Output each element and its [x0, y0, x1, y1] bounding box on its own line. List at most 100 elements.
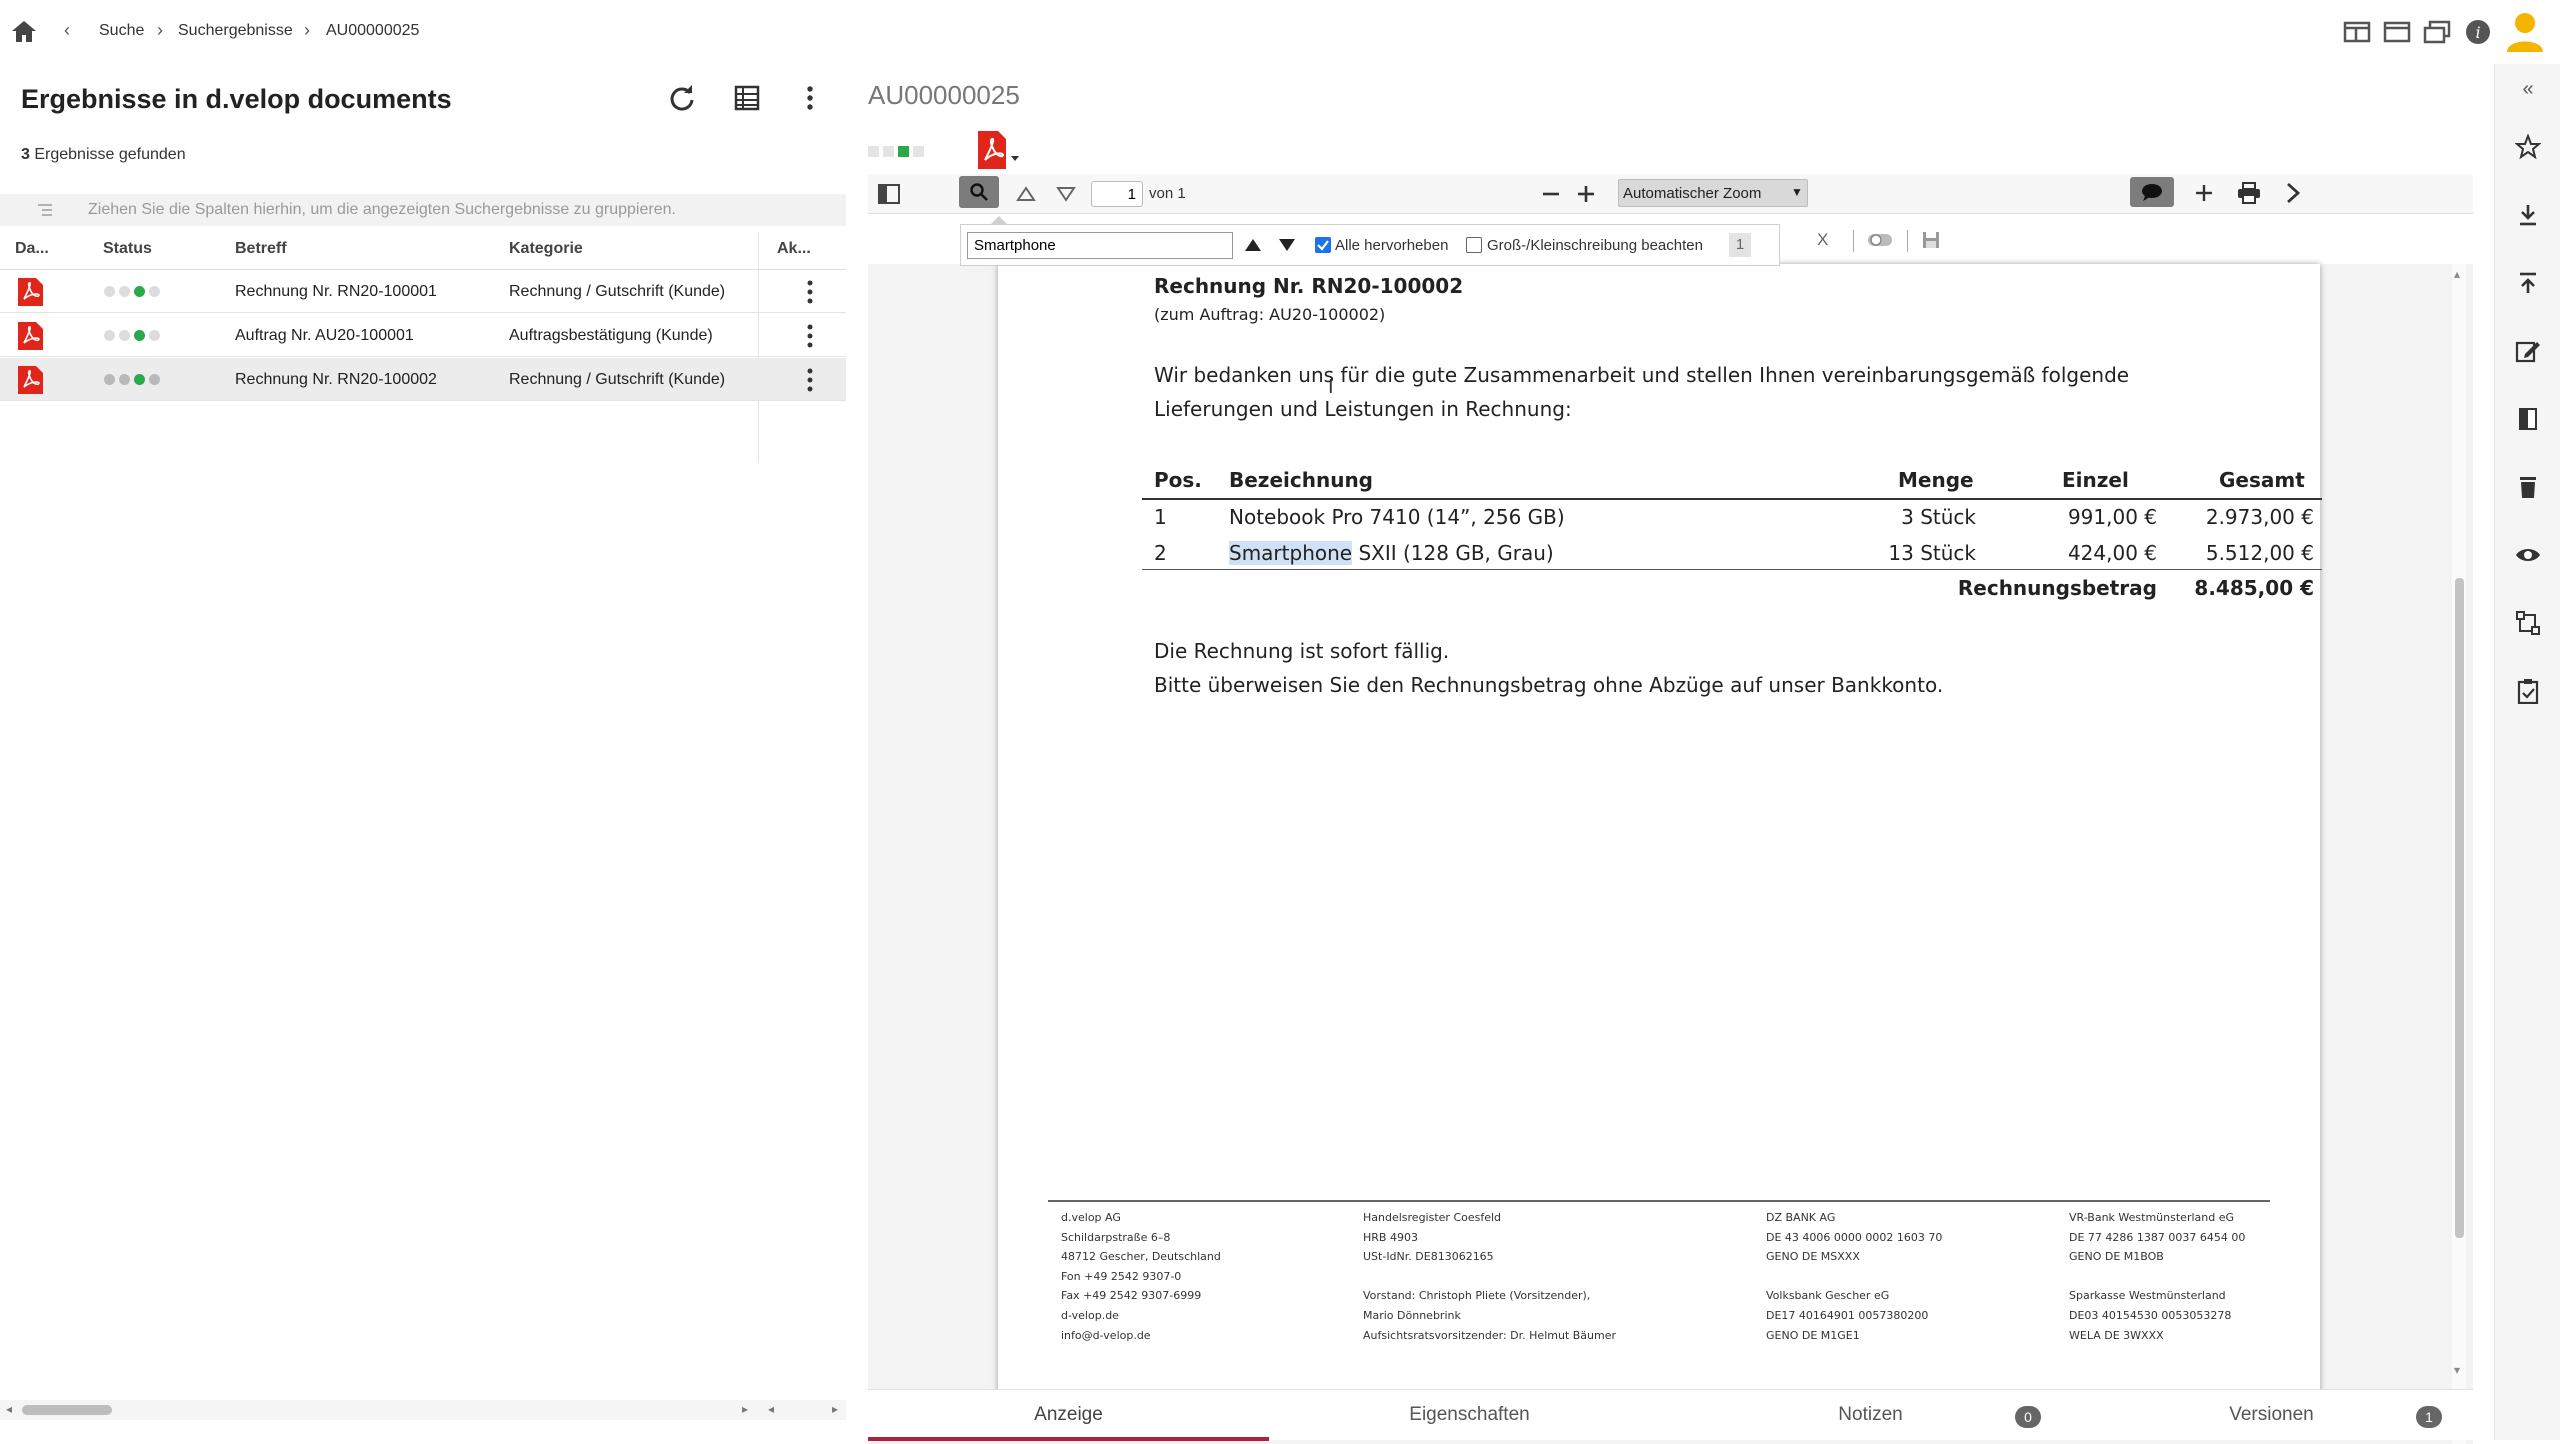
- find-button[interactable]: [959, 176, 999, 208]
- info-icon[interactable]: i: [2464, 18, 2492, 46]
- table-row[interactable]: Auftrag Nr. AU20-100001 Auftragsbestätig…: [0, 314, 846, 357]
- row-actions-icon[interactable]: [800, 278, 820, 306]
- group-icon: [38, 204, 52, 216]
- previous-page-icon[interactable]: [1016, 186, 1036, 202]
- pdf-file-icon: [16, 365, 44, 395]
- new-window-icon[interactable]: [2423, 20, 2451, 44]
- divider: [1853, 230, 1854, 252]
- row-kategorie: Rechnung / Gutschrift (Kunde): [509, 283, 726, 300]
- notes-count-badge: 0: [2015, 1406, 2041, 1428]
- clipboard-check-icon[interactable]: [2515, 678, 2541, 704]
- layout-single-icon[interactable]: [2383, 20, 2411, 44]
- chevron-down-icon: ▼: [1791, 185, 1803, 199]
- add-icon[interactable]: [2193, 182, 2215, 204]
- breadcrumb-suchergebnisse[interactable]: Suchergebnisse: [178, 22, 293, 40]
- panel-title: Ergebnisse in d.velop documents: [21, 84, 452, 114]
- row-actions-icon[interactable]: [800, 366, 820, 394]
- pdf-format-icon[interactable]: [976, 130, 1020, 172]
- zoom-select[interactable]: Automatischer Zoom ▼: [1618, 179, 1808, 207]
- vertical-scroll-thumb[interactable]: [2455, 578, 2464, 1238]
- breadcrumb-suche[interactable]: Suche: [99, 22, 144, 40]
- column-header-date[interactable]: Da...: [15, 240, 49, 258]
- total-value: 8.485,00 €: [2194, 576, 2314, 600]
- collapse-double-chevron-icon[interactable]: «: [2515, 78, 2541, 104]
- top-bar: ‹ Suche › Suchergebnisse › AU00000025 i: [0, 0, 2560, 64]
- page-number-input[interactable]: [1091, 181, 1143, 207]
- footer-register: Handelsregister Coesfeld HRB 4903 USt-Id…: [1363, 1211, 1617, 1342]
- match-case-checkbox[interactable]: [1466, 237, 1482, 253]
- closing-line-2: Bitte überweisen Sie den Rechnungsbetrag…: [1154, 673, 1944, 697]
- row-actions-icon[interactable]: [800, 322, 820, 350]
- column-header-kategorie[interactable]: Kategorie: [509, 240, 583, 258]
- total-label: Rechnungsbetrag: [1957, 576, 2157, 600]
- sidebar-toggle-icon[interactable]: [878, 184, 900, 204]
- upload-icon[interactable]: [2515, 270, 2541, 296]
- zoom-value: Automatischer Zoom: [1623, 185, 1762, 202]
- column-header-betreff[interactable]: Betreff: [235, 240, 287, 258]
- column-chooser-icon[interactable]: [733, 84, 761, 112]
- comment-icon: [2142, 184, 2162, 201]
- table-header-menge: Menge: [1898, 468, 1974, 492]
- table-row-selected[interactable]: Rechnung Nr. RN20-100002 Rechnung / Guts…: [0, 358, 846, 401]
- star-icon[interactable]: [2515, 134, 2541, 160]
- result-count: 3 Ergebnisse gefunden: [21, 146, 186, 163]
- chevron-right-icon: ›: [157, 20, 163, 40]
- scroll-up-icon[interactable]: ▴: [2454, 267, 2460, 281]
- close-find-icon[interactable]: X: [1817, 230, 1828, 250]
- pdf-viewport[interactable]: Rechnung Nr. RN20-100002 (zum Auftrag: A…: [868, 264, 2473, 1444]
- highlight-all-checkbox[interactable]: [1315, 237, 1331, 253]
- download-icon[interactable]: [2515, 202, 2541, 228]
- tab-versionen[interactable]: Versionen 1: [2071, 1390, 2472, 1441]
- scroll-left-icon[interactable]: ◂: [6, 1402, 12, 1416]
- horizontal-scrollbar[interactable]: ◂ ▸ ◂ ▸: [0, 1400, 846, 1420]
- scroll-thumb[interactable]: [22, 1405, 112, 1415]
- back-icon[interactable]: ‹: [64, 20, 70, 41]
- item-gesamt: 2.973,00 €: [2205, 505, 2314, 529]
- layout-split-icon[interactable]: [2343, 20, 2371, 44]
- edit-icon[interactable]: [2515, 338, 2541, 364]
- scroll-down-icon[interactable]: ▾: [2454, 1363, 2460, 1377]
- trash-icon[interactable]: [2515, 474, 2541, 500]
- book-icon[interactable]: [2515, 406, 2541, 432]
- group-by-dropzone[interactable]: Ziehen Sie die Spalten hierhin, um die a…: [0, 194, 846, 226]
- table-rule: [2162, 498, 2218, 500]
- find-previous-icon[interactable]: [1243, 237, 1263, 253]
- zoom-in-icon[interactable]: [1575, 183, 1597, 205]
- workflow-icon[interactable]: [2515, 610, 2541, 636]
- user-avatar-icon[interactable]: [2505, 10, 2545, 54]
- scroll-left-icon[interactable]: ◂: [768, 1402, 774, 1416]
- table-header-bezeichnung: Bezeichnung: [1229, 468, 1373, 492]
- print-icon[interactable]: [2237, 182, 2261, 204]
- item-einzel: 424,00 €: [2067, 541, 2157, 565]
- chevron-right-icon: ›: [304, 20, 310, 40]
- highlight-all-label: Alle hervorheben: [1335, 237, 1449, 254]
- table-header-gesamt: Gesamt: [2219, 468, 2305, 492]
- results-panel: Ergebnisse in d.velop documents 3 Ergebn…: [0, 64, 850, 1440]
- next-page-icon[interactable]: [1056, 186, 1076, 202]
- pdf-file-icon: [16, 277, 44, 307]
- eye-icon[interactable]: [2515, 542, 2541, 568]
- column-header-status[interactable]: Status: [103, 240, 152, 258]
- toggle-icon[interactable]: [1867, 231, 1893, 249]
- more-options-icon[interactable]: [800, 84, 820, 112]
- column-header-aktionen[interactable]: Ak...: [777, 240, 811, 258]
- comments-toggle-button[interactable]: [2130, 177, 2174, 207]
- find-input[interactable]: [967, 232, 1233, 259]
- zoom-out-icon[interactable]: [1540, 183, 1562, 205]
- chevron-right-icon[interactable]: [2284, 182, 2302, 204]
- tab-eigenschaften[interactable]: Eigenschaften: [1269, 1390, 1670, 1441]
- item-gesamt: 5.512,00 €: [2205, 541, 2314, 565]
- item-name: Notebook Pro 7410 (14”, 256 GB): [1229, 505, 1565, 529]
- refresh-icon[interactable]: [668, 84, 696, 112]
- match-count: 1: [1729, 233, 1751, 257]
- pdf-toolbar: von 1 Automatischer Zoom ▼: [868, 174, 2473, 214]
- save-icon[interactable]: [1921, 230, 1941, 250]
- scroll-right-icon[interactable]: ▸: [832, 1402, 838, 1416]
- status-indicator: [868, 146, 924, 157]
- find-next-icon[interactable]: [1277, 237, 1297, 253]
- tab-anzeige[interactable]: Anzeige: [868, 1390, 1269, 1441]
- tab-notizen[interactable]: Notizen 0: [1670, 1390, 2071, 1441]
- scroll-right-icon[interactable]: ▸: [742, 1402, 748, 1416]
- home-icon[interactable]: [10, 18, 38, 44]
- table-row[interactable]: Rechnung Nr. RN20-100001 Rechnung / Guts…: [0, 270, 846, 313]
